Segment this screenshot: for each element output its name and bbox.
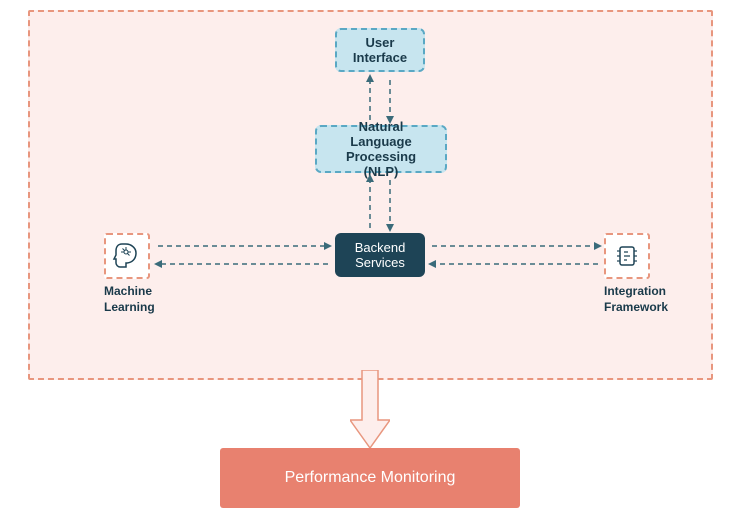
icon-box-ml	[104, 233, 150, 279]
node-label: Natural Language Processing (NLP)	[333, 119, 429, 179]
integration-chip-icon	[612, 241, 642, 271]
node-label: User Interface	[353, 35, 407, 65]
node-label: Performance Monitoring	[285, 469, 456, 487]
node-user-interface: User Interface	[335, 28, 425, 72]
node-nlp: Natural Language Processing (NLP)	[315, 125, 447, 173]
label-ml: Machine Learning	[104, 284, 155, 315]
architecture-diagram: User Interface Natural Language Processi…	[0, 0, 741, 520]
ml-head-icon	[112, 241, 142, 271]
big-down-arrow-icon	[350, 370, 390, 450]
node-label: Backend Services	[355, 240, 406, 270]
label-integration: Integration Framework	[604, 284, 668, 315]
node-backend: Backend Services	[335, 233, 425, 277]
icon-box-integration	[604, 233, 650, 279]
node-performance-monitoring: Performance Monitoring	[220, 448, 520, 508]
